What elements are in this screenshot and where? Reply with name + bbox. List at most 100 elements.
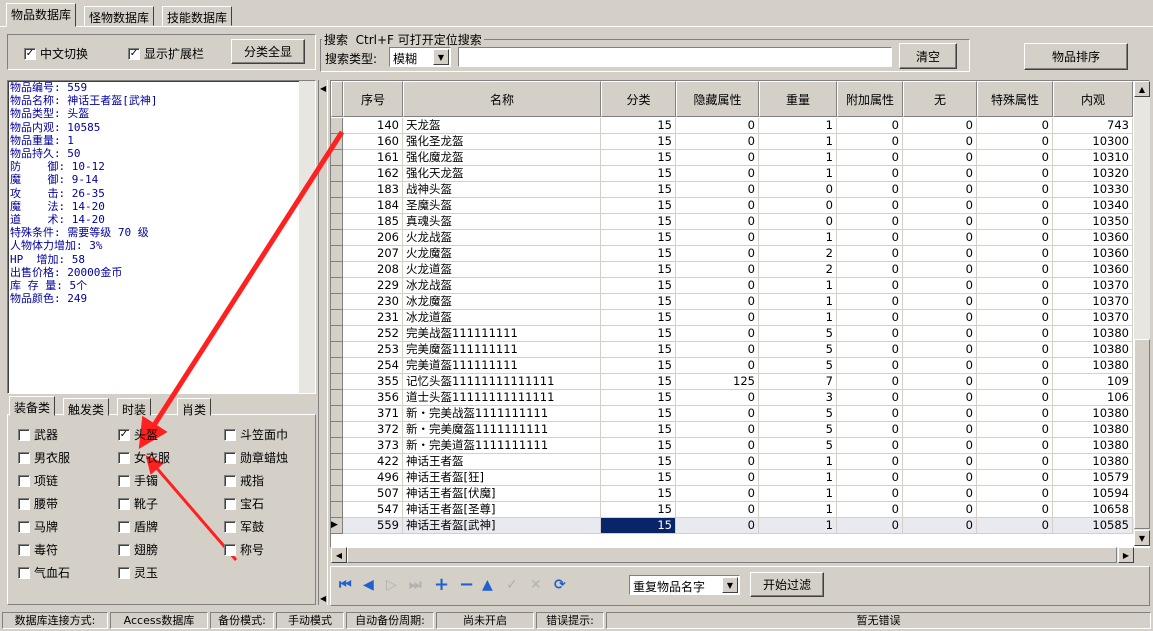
- table-cell[interactable]: 0: [837, 262, 903, 278]
- table-cell[interactable]: 0: [837, 454, 903, 470]
- table-row[interactable]: 184 圣魔头盔 15 0 0 0 0 0 10340: [331, 198, 1149, 214]
- table-cell[interactable]: 15: [601, 470, 676, 486]
- table-cell[interactable]: 208: [343, 262, 403, 278]
- table-cell[interactable]: 0: [903, 406, 977, 422]
- table-cell[interactable]: 0: [977, 246, 1053, 262]
- checkbox-box[interactable]: [118, 497, 130, 510]
- row-indicator[interactable]: [331, 502, 343, 518]
- table-cell[interactable]: 0: [903, 262, 977, 278]
- table-cell[interactable]: 0: [977, 486, 1053, 502]
- table-cell[interactable]: 10350: [1053, 214, 1133, 230]
- row-indicator[interactable]: [331, 454, 343, 470]
- table-cell[interactable]: 神话王者盔: [403, 454, 601, 470]
- table-cell[interactable]: 0: [977, 214, 1053, 230]
- table-cell[interactable]: 0: [837, 390, 903, 406]
- category-checkbox[interactable]: 女衣服: [118, 449, 170, 466]
- table-cell[interactable]: 0: [676, 294, 759, 310]
- category-checkbox[interactable]: 马牌: [18, 518, 58, 535]
- table-cell[interactable]: 圣魔头盔: [403, 198, 601, 214]
- table-row[interactable]: 160 强化圣龙盔 15 0 1 0 0 0 10300: [331, 134, 1149, 150]
- table-row[interactable]: 162 强化天龙盔 15 0 1 0 0 0 10320: [331, 166, 1149, 182]
- table-cell[interactable]: 强化魔龙盔: [403, 150, 601, 166]
- table-cell[interactable]: 15: [601, 422, 676, 438]
- table-cell[interactable]: 0: [903, 454, 977, 470]
- table-cell[interactable]: 547: [343, 502, 403, 518]
- table-cell[interactable]: 0: [837, 502, 903, 518]
- table-cell[interactable]: 0: [676, 150, 759, 166]
- category-checkbox[interactable]: 项链: [18, 472, 58, 489]
- table-cell[interactable]: 0: [837, 438, 903, 454]
- category-checkbox[interactable]: 盾牌: [118, 518, 158, 535]
- row-indicator[interactable]: [331, 278, 343, 294]
- table-cell[interactable]: 0: [977, 358, 1053, 374]
- tab-monster-database[interactable]: 怪物数据库: [84, 6, 155, 26]
- table-cell[interactable]: 0: [676, 326, 759, 342]
- column-header[interactable]: 名称: [403, 81, 601, 117]
- table-cell[interactable]: 0: [903, 422, 977, 438]
- row-indicator[interactable]: [331, 406, 343, 422]
- table-cell[interactable]: 230: [343, 294, 403, 310]
- table-cell[interactable]: 10380: [1053, 406, 1133, 422]
- table-cell[interactable]: 0: [837, 358, 903, 374]
- table-row[interactable]: 422 神话王者盔 15 0 1 0 0 0 10380: [331, 454, 1149, 470]
- row-indicator[interactable]: [331, 134, 343, 150]
- post-record-icon[interactable]: ✓: [506, 577, 518, 593]
- table-cell[interactable]: 0: [903, 278, 977, 294]
- category-tab-1[interactable]: 触发类: [63, 398, 110, 417]
- table-cell[interactable]: 0: [903, 182, 977, 198]
- table-cell[interactable]: 0: [676, 118, 759, 134]
- table-cell[interactable]: 强化圣龙盔: [403, 134, 601, 150]
- insert-record-icon[interactable]: +: [434, 574, 449, 595]
- column-header[interactable]: 隐藏属性: [676, 81, 759, 117]
- table-cell[interactable]: 0: [759, 182, 837, 198]
- table-cell[interactable]: 229: [343, 278, 403, 294]
- category-tab-2[interactable]: 时装: [117, 398, 152, 417]
- table-cell[interactable]: 10579: [1053, 470, 1133, 486]
- search-input[interactable]: [458, 47, 892, 67]
- table-row[interactable]: 206 火龙战盔 15 0 1 0 0 0 10360: [331, 230, 1149, 246]
- table-cell[interactable]: 神话王者盔[狂]: [403, 470, 601, 486]
- prior-record-icon[interactable]: ◀: [363, 577, 374, 593]
- table-cell[interactable]: 神话王者盔[武神]: [403, 518, 601, 534]
- table-cell[interactable]: 0: [977, 438, 1053, 454]
- table-cell[interactable]: 15: [601, 390, 676, 406]
- table-cell[interactable]: 0: [977, 150, 1053, 166]
- table-row[interactable]: 230 冰龙魔盔 15 0 1 0 0 0 10370: [331, 294, 1149, 310]
- row-indicator[interactable]: ▶: [331, 518, 343, 534]
- column-header[interactable]: 重量: [759, 81, 837, 117]
- table-cell[interactable]: 0: [903, 294, 977, 310]
- category-checkbox[interactable]: 斗笠面巾: [224, 426, 288, 443]
- table-cell[interactable]: 2: [759, 246, 837, 262]
- table-cell[interactable]: 10300: [1053, 134, 1133, 150]
- row-indicator[interactable]: [331, 342, 343, 358]
- table-cell[interactable]: 10370: [1053, 310, 1133, 326]
- table-cell[interactable]: 10380: [1053, 326, 1133, 342]
- column-header[interactable]: 序号: [343, 81, 403, 117]
- row-indicator[interactable]: [331, 422, 343, 438]
- table-cell[interactable]: 10658: [1053, 502, 1133, 518]
- table-cell[interactable]: 109: [1053, 374, 1133, 390]
- start-filter-button[interactable]: 开始过滤: [750, 572, 824, 597]
- table-cell[interactable]: 0: [837, 422, 903, 438]
- chinese-switch-checkbox[interactable]: ✓ 中文切换: [24, 45, 88, 62]
- table-cell[interactable]: 0: [977, 518, 1053, 534]
- table-cell[interactable]: 火龙道盔: [403, 262, 601, 278]
- chevron-down-icon[interactable]: ▼: [433, 49, 449, 65]
- table-cell[interactable]: 371: [343, 406, 403, 422]
- category-checkbox[interactable]: 毒符: [18, 541, 58, 558]
- table-row[interactable]: 372 新・完美魔盔1111111111 15 0 5 0 0 0 10380: [331, 422, 1149, 438]
- scroll-thumb[interactable]: [347, 547, 1117, 563]
- horizontal-scrollbar[interactable]: ◀ ▶: [331, 547, 1134, 563]
- table-cell[interactable]: 15: [601, 262, 676, 278]
- table-cell[interactable]: 真魂头盔: [403, 214, 601, 230]
- table-row[interactable]: 253 完美魔盔111111111 15 0 5 0 0 0 10380: [331, 342, 1149, 358]
- row-indicator[interactable]: [331, 118, 343, 134]
- table-row[interactable]: 252 完美战盔111111111 15 0 5 0 0 0 10380: [331, 326, 1149, 342]
- table-cell[interactable]: 0: [977, 134, 1053, 150]
- table-cell[interactable]: 160: [343, 134, 403, 150]
- category-checkbox[interactable]: ✓ 头盔: [118, 426, 158, 443]
- table-cell[interactable]: 0: [837, 182, 903, 198]
- table-cell[interactable]: 10380: [1053, 342, 1133, 358]
- checkbox-box[interactable]: [224, 520, 236, 533]
- table-cell[interactable]: 0: [903, 390, 977, 406]
